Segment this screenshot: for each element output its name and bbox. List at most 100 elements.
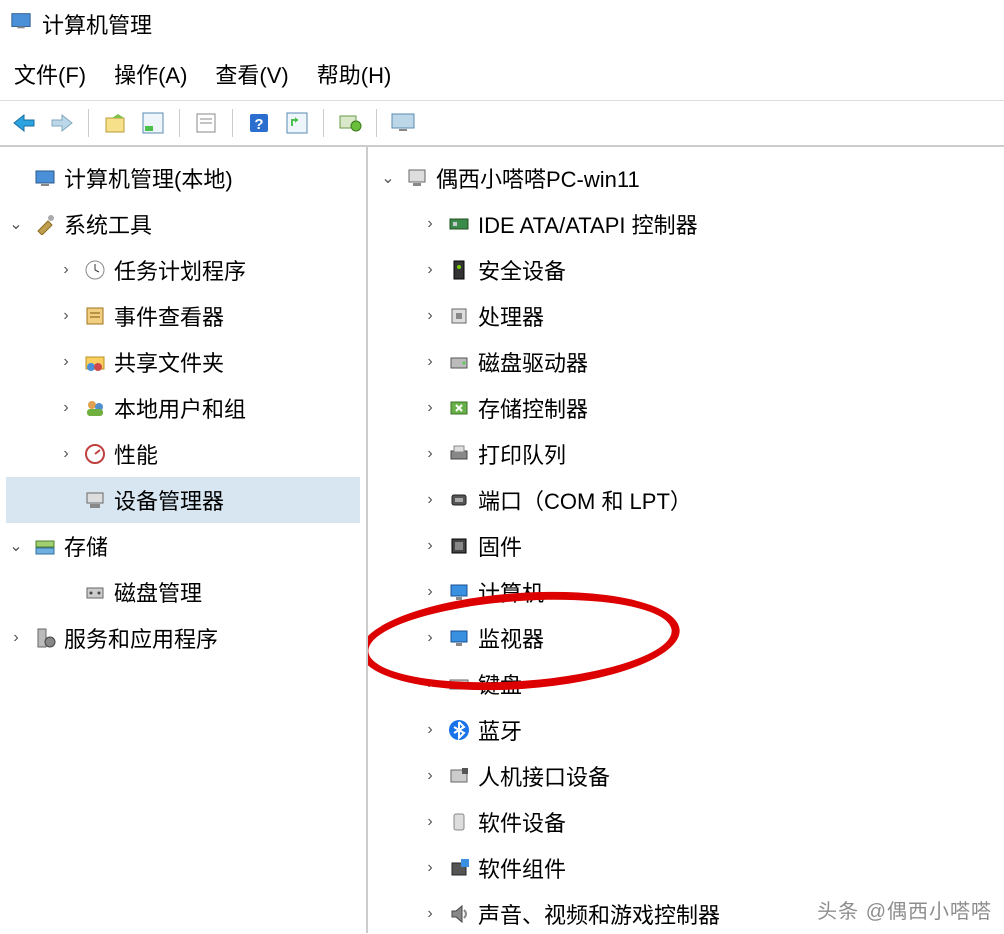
refresh-button[interactable] xyxy=(281,107,313,139)
chevron-right-icon[interactable]: › xyxy=(420,307,440,325)
tree-event-viewer[interactable]: › 事件查看器 xyxy=(6,293,360,339)
tree-root-local[interactable]: 计算机管理(本地) xyxy=(6,155,360,201)
chevron-right-icon[interactable]: › xyxy=(420,491,440,509)
monitor-icon xyxy=(446,579,472,605)
storage-ctrl-icon xyxy=(446,395,472,421)
chevron-down-icon[interactable]: ⌄ xyxy=(378,168,398,188)
chevron-right-icon[interactable]: › xyxy=(420,537,440,555)
tree-label: 本地用户和组 xyxy=(114,392,246,424)
tree-label: 打印队列 xyxy=(478,438,566,470)
chevron-right-icon[interactable]: › xyxy=(56,261,76,279)
device-root[interactable]: ⌄ 偶西小嗒嗒PC-win11 xyxy=(374,155,998,201)
tree-storage[interactable]: ⌄ 存储 xyxy=(6,523,360,569)
tree-label: IDE ATA/ATAPI 控制器 xyxy=(478,208,698,240)
tree-label: 键盘 xyxy=(478,668,522,700)
tree-label: 偶西小嗒嗒PC-win11 xyxy=(436,162,640,194)
menu-action[interactable]: 操作(A) xyxy=(114,58,187,90)
chevron-right-icon[interactable]: › xyxy=(56,353,76,371)
tree-performance[interactable]: › 性能 xyxy=(6,431,360,477)
right-pane: ⌄ 偶西小嗒嗒PC-win11 › IDE ATA/ATAPI 控制器 › 安全… xyxy=(368,147,1004,933)
chevron-right-icon[interactable]: › xyxy=(420,445,440,463)
toolbar-separator xyxy=(323,109,324,137)
app-icon xyxy=(10,10,32,38)
show-hide-tree-button[interactable] xyxy=(137,107,169,139)
chevron-down-icon[interactable]: ⌄ xyxy=(6,214,26,234)
cpu-icon xyxy=(446,303,472,329)
chevron-right-icon[interactable]: › xyxy=(420,905,440,923)
tree-shared-folders[interactable]: › 共享文件夹 xyxy=(6,339,360,385)
port-icon xyxy=(446,487,472,513)
chevron-right-icon[interactable]: › xyxy=(420,399,440,417)
toolbar: ? xyxy=(0,101,1004,147)
device-bluetooth[interactable]: › 蓝牙 xyxy=(374,707,998,753)
properties-button[interactable] xyxy=(190,107,222,139)
tree-label: 监视器 xyxy=(478,622,544,654)
tree-local-users[interactable]: › 本地用户和组 xyxy=(6,385,360,431)
menu-help[interactable]: 帮助(H) xyxy=(317,58,392,90)
forward-button[interactable] xyxy=(46,107,78,139)
toolbar-separator xyxy=(232,109,233,137)
menu-view[interactable]: 查看(V) xyxy=(215,58,288,90)
scan-button[interactable] xyxy=(334,107,366,139)
device-ide[interactable]: › IDE ATA/ATAPI 控制器 xyxy=(374,201,998,247)
chevron-right-icon[interactable]: › xyxy=(56,399,76,417)
chevron-right-icon[interactable]: › xyxy=(420,353,440,371)
tree-label: 安全设备 xyxy=(478,254,566,286)
device-cpu[interactable]: › 处理器 xyxy=(374,293,998,339)
tree-disk-mgmt[interactable]: 磁盘管理 xyxy=(6,569,360,615)
display-icon xyxy=(446,625,472,651)
tree-label: 固件 xyxy=(478,530,522,562)
tree-task-scheduler[interactable]: › 任务计划程序 xyxy=(6,247,360,293)
chevron-right-icon[interactable]: › xyxy=(56,307,76,325)
tree-label: 存储 xyxy=(64,530,108,562)
menu-file[interactable]: 文件(F) xyxy=(14,58,86,90)
chevron-right-icon[interactable]: › xyxy=(6,629,26,647)
event-icon xyxy=(82,303,108,329)
chevron-right-icon[interactable]: › xyxy=(420,215,440,233)
chevron-right-icon[interactable]: › xyxy=(420,583,440,601)
help-button[interactable]: ? xyxy=(243,107,275,139)
chevron-right-icon[interactable]: › xyxy=(420,629,440,647)
tree-label: 磁盘管理 xyxy=(114,576,202,608)
back-button[interactable] xyxy=(8,107,40,139)
device-print-queue[interactable]: › 打印队列 xyxy=(374,431,998,477)
chevron-right-icon[interactable]: › xyxy=(56,445,76,463)
tree-label: 存储控制器 xyxy=(478,392,588,424)
device-storage-ctrl[interactable]: › 存储控制器 xyxy=(374,385,998,431)
device-ports[interactable]: › 端口（COM 和 LPT） xyxy=(374,477,998,523)
device-monitor[interactable]: › 监视器 xyxy=(374,615,998,661)
monitor-button[interactable] xyxy=(387,107,419,139)
chevron-down-icon[interactable]: ⌄ xyxy=(6,536,26,556)
watermark: 头条 @偶西小嗒嗒 xyxy=(817,895,992,924)
tree-label: 磁盘驱动器 xyxy=(478,346,588,378)
chevron-right-icon[interactable]: › xyxy=(420,721,440,739)
services-icon xyxy=(32,625,58,651)
device-keyboard[interactable]: › 键盘 xyxy=(374,661,998,707)
chevron-right-icon[interactable]: › xyxy=(420,767,440,785)
security-icon xyxy=(446,257,472,283)
device-software-components[interactable]: › 软件组件 xyxy=(374,845,998,891)
tree-label: 服务和应用程序 xyxy=(64,622,218,654)
device-computer[interactable]: › 计算机 xyxy=(374,569,998,615)
shared-folder-icon xyxy=(82,349,108,375)
device-firmware[interactable]: › 固件 xyxy=(374,523,998,569)
tree-device-manager[interactable]: 设备管理器 xyxy=(6,477,360,523)
chevron-right-icon[interactable]: › xyxy=(420,859,440,877)
users-icon xyxy=(82,395,108,421)
software-component-icon xyxy=(446,855,472,881)
window-title: 计算机管理 xyxy=(42,8,152,40)
hid-icon xyxy=(446,763,472,789)
left-pane: 计算机管理(本地) ⌄ 系统工具 › 任务计划程序 › 事件查看器 › 共享文件… xyxy=(0,147,368,933)
device-security[interactable]: › 安全设备 xyxy=(374,247,998,293)
chevron-right-icon[interactable]: › xyxy=(420,813,440,831)
tree-services-apps[interactable]: › 服务和应用程序 xyxy=(6,615,360,661)
chevron-right-icon[interactable]: › xyxy=(420,261,440,279)
up-button[interactable] xyxy=(99,107,131,139)
chevron-right-icon[interactable]: › xyxy=(420,675,440,693)
device-hid[interactable]: › 人机接口设备 xyxy=(374,753,998,799)
tree-system-tools[interactable]: ⌄ 系统工具 xyxy=(6,201,360,247)
device-disk-drives[interactable]: › 磁盘驱动器 xyxy=(374,339,998,385)
tools-icon xyxy=(32,211,58,237)
device-software-devices[interactable]: › 软件设备 xyxy=(374,799,998,845)
svg-text:?: ? xyxy=(254,116,263,133)
